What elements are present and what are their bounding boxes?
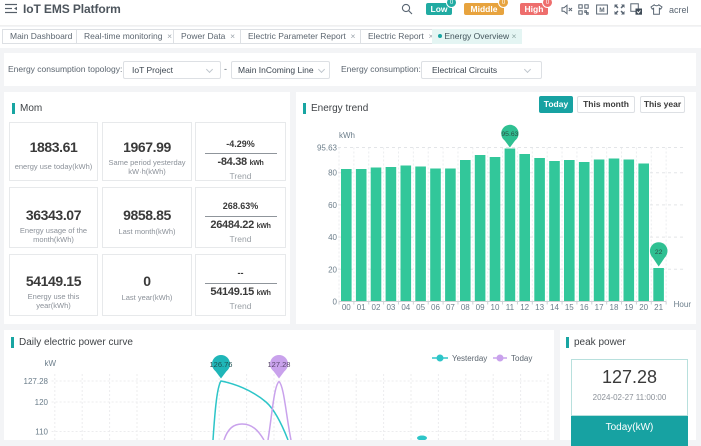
svg-text:kW: kW [44, 359, 56, 368]
svg-text:22: 22 [655, 249, 663, 256]
svg-text:0: 0 [333, 298, 338, 307]
svg-text:M: M [599, 7, 604, 14]
svg-text:60: 60 [328, 201, 337, 210]
svg-text:13: 13 [535, 303, 544, 312]
svg-text:03: 03 [386, 303, 395, 312]
svg-text:110: 110 [35, 428, 48, 437]
svg-text:07: 07 [446, 303, 455, 312]
svg-text:08: 08 [461, 303, 470, 312]
svg-text:80: 80 [328, 169, 337, 178]
svg-text:05: 05 [416, 303, 425, 312]
svg-text:10: 10 [491, 303, 500, 312]
svg-text:20: 20 [328, 265, 337, 274]
svg-text:21: 21 [654, 303, 663, 312]
svg-text:00: 00 [342, 303, 351, 312]
svg-text:18: 18 [610, 303, 619, 312]
svg-text:14: 14 [550, 303, 559, 312]
svg-text:19: 19 [624, 303, 633, 312]
svg-text:02: 02 [372, 303, 381, 312]
svg-text:04: 04 [401, 303, 410, 312]
svg-text:126.76: 126.76 [210, 360, 233, 369]
svg-text:09: 09 [476, 303, 485, 312]
svg-text:95.63: 95.63 [501, 131, 518, 138]
svg-text:01: 01 [357, 303, 366, 312]
svg-text:Hour: Hour [674, 300, 692, 309]
svg-text:127.28: 127.28 [268, 360, 291, 369]
svg-text:06: 06 [431, 303, 440, 312]
svg-text:17: 17 [595, 303, 604, 312]
svg-text:Yesterday: Yesterday [452, 354, 487, 363]
svg-text:kWh: kWh [339, 131, 355, 140]
svg-text:20: 20 [639, 303, 648, 312]
svg-text:40: 40 [328, 233, 337, 242]
svg-text:95.63: 95.63 [317, 144, 338, 153]
svg-text:120: 120 [35, 398, 49, 407]
svg-text:12: 12 [520, 303, 529, 312]
svg-text:16: 16 [580, 303, 589, 312]
svg-text:127.28: 127.28 [24, 377, 49, 386]
svg-text:Today: Today [511, 354, 532, 363]
svg-text:15: 15 [565, 303, 574, 312]
svg-text:11: 11 [506, 303, 515, 312]
